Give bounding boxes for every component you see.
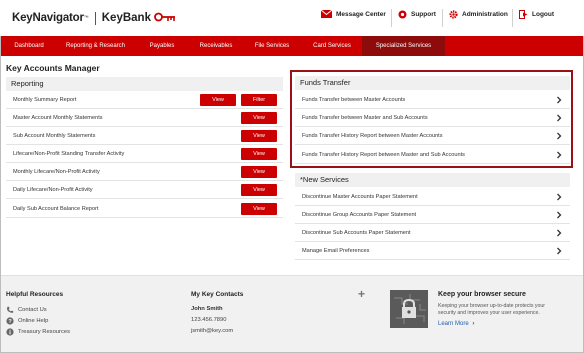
new-service-link: Manage Email Preferences	[302, 248, 370, 254]
gear-icon	[449, 10, 458, 19]
funds-transfer-highlight	[290, 70, 573, 168]
message-center-link[interactable]: Message Center	[321, 10, 386, 18]
report-label: Lifecare/Non-Profit Standing Transfer Ac…	[13, 151, 125, 157]
phone-icon	[6, 306, 14, 314]
chevron-right-icon	[557, 193, 562, 201]
info-icon	[6, 328, 14, 336]
chevron-right-icon	[557, 247, 562, 255]
list-item[interactable]: Discontinue Group Accounts Paper Stateme…	[295, 206, 570, 224]
filter-button[interactable]: Filter	[241, 94, 277, 106]
my-key-contacts-title: My Key Contacts	[191, 291, 244, 298]
table-row: Monthly Lifecare/Non-Profit Activity Vie…	[6, 163, 283, 181]
report-label: Monthly Lifecare/Non-Profit Activity	[13, 169, 100, 175]
trademark: ™	[83, 15, 89, 21]
envelope-icon	[321, 10, 332, 18]
tab-specialized-services[interactable]: Specialized Services	[362, 36, 445, 56]
online-help-link[interactable]: ? Online Help	[6, 317, 48, 325]
table-row: Daily Sub Account Balance Report View	[6, 200, 283, 218]
tab-dashboard[interactable]: Dashboard	[1, 36, 57, 56]
support-label: Support	[411, 11, 436, 18]
lifebuoy-icon	[398, 10, 407, 19]
chevron-right-icon	[557, 229, 562, 237]
tab-file-services[interactable]: File Services	[242, 36, 302, 56]
new-service-link: Discontinue Sub Accounts Paper Statement	[302, 230, 411, 236]
learn-more-label: Learn More	[438, 321, 469, 327]
tab-receivables[interactable]: Receivables	[190, 36, 242, 56]
key-logo-icon	[154, 9, 176, 27]
contact-name: John Smith	[191, 306, 223, 312]
logout-link[interactable]: Logout	[519, 10, 554, 19]
keybank-logo-text: KeyBank	[101, 12, 151, 24]
report-label: Daily Lifecare/Non-Profit Activity	[13, 187, 93, 193]
page-title: Key Accounts Manager	[6, 63, 100, 73]
contact-email[interactable]: jsmith@key.com	[191, 328, 233, 334]
main-nav: Dashboard Reporting & Research Payables …	[1, 36, 583, 56]
report-label: Sub Account Monthly Statements	[13, 133, 96, 139]
table-row: Sub Account Monthly Statements View	[6, 127, 283, 145]
security-lock-image	[390, 290, 428, 328]
message-center-label: Message Center	[336, 10, 386, 18]
report-label: Monthly Summary Report	[13, 97, 77, 103]
header-divider	[442, 9, 443, 27]
logout-icon	[519, 10, 528, 19]
tab-reporting-research[interactable]: Reporting & Research	[57, 36, 134, 56]
view-button[interactable]: View	[241, 148, 277, 160]
tab-payables[interactable]: Payables	[134, 36, 190, 56]
contact-phone: 123.456.7890	[191, 317, 227, 323]
header: KeyNavigator ™ KeyBank Message Center Su…	[0, 0, 584, 36]
header-divider	[391, 9, 392, 27]
logo[interactable]: KeyNavigator ™ KeyBank	[12, 10, 176, 26]
contact-us-label: Contact Us	[18, 307, 47, 313]
reporting-header: Reporting	[6, 77, 283, 91]
new-services-header: *New Services	[295, 173, 570, 187]
treasury-resources-label: Treasury Resources	[18, 329, 70, 335]
list-item[interactable]: Discontinue Sub Accounts Paper Statement	[295, 224, 570, 242]
list-item[interactable]: Discontinue Master Accounts Paper Statem…	[295, 188, 570, 206]
tab-card-services[interactable]: Card Services	[302, 36, 362, 56]
view-button[interactable]: View	[241, 184, 277, 196]
table-row: Monthly Summary Report View Filter	[6, 91, 283, 109]
chevron-right-icon: ›	[472, 321, 475, 327]
online-help-label: Online Help	[18, 318, 49, 324]
keynavigator-logo-text: KeyNavigator	[12, 12, 84, 24]
administration-link[interactable]: Administration	[449, 10, 508, 19]
report-label: Master Account Monthly Statements	[13, 115, 103, 121]
chevron-right-icon	[557, 211, 562, 219]
secure-browser-text: Keeping your browser up-to-date protects…	[438, 303, 545, 316]
logout-label: Logout	[532, 11, 555, 18]
secure-browser-title: Keep your browser secure	[438, 291, 526, 298]
list-item[interactable]: Manage Email Preferences	[295, 242, 570, 260]
add-contact-icon[interactable]: +	[358, 287, 365, 301]
view-button[interactable]: View	[241, 130, 277, 142]
lock-icon	[390, 290, 428, 328]
header-divider	[512, 9, 513, 27]
learn-more-link[interactable]: Learn More ›	[438, 321, 474, 327]
new-service-link: Discontinue Group Accounts Paper Stateme…	[302, 212, 417, 218]
contact-us-link[interactable]: Contact Us	[6, 306, 47, 314]
support-link[interactable]: Support	[398, 10, 436, 19]
new-service-link: Discontinue Master Accounts Paper Statem…	[302, 194, 418, 200]
help-icon: ?	[6, 317, 14, 325]
table-row: Daily Lifecare/Non-Profit Activity View	[6, 181, 283, 199]
table-row: Lifecare/Non-Profit Standing Transfer Ac…	[6, 145, 283, 163]
view-button[interactable]: View	[241, 166, 277, 178]
view-button[interactable]: View	[241, 203, 277, 215]
logo-divider	[94, 11, 96, 25]
table-row: Master Account Monthly Statements View	[6, 109, 283, 127]
administration-label: Administration	[462, 11, 508, 18]
treasury-resources-link[interactable]: Treasury Resources	[6, 328, 70, 336]
view-button[interactable]: View	[241, 112, 277, 124]
helpful-resources-title: Helpful Resources	[6, 291, 64, 298]
report-label: Daily Sub Account Balance Report	[13, 206, 99, 212]
view-button[interactable]: View	[200, 94, 236, 106]
